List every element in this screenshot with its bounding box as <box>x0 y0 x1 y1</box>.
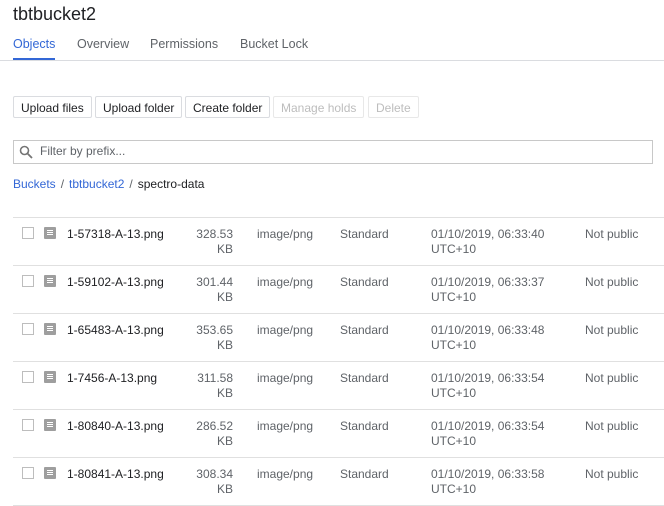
breadcrumb-separator: / <box>129 177 133 191</box>
file-size: 328.53 KB <box>173 227 233 257</box>
timezone: UTC+10 <box>431 338 477 352</box>
last-modified: 01/10/2019, 06:33:40 UTC+10 <box>431 227 544 257</box>
file-type: image/png <box>257 419 314 433</box>
table-row[interactable]: 1-80841-A-13.png 308.34 KB image/png Stan… <box>13 458 664 506</box>
breadcrumb-current: spectro-data <box>137 177 205 191</box>
public-access: Not public <box>585 227 639 241</box>
file-name-link[interactable]: 1-7456-A-13.png <box>67 371 157 386</box>
timezone: UTC+10 <box>431 434 477 448</box>
file-type: image/png <box>257 323 314 337</box>
tab-objects[interactable]: Objects <box>13 37 56 60</box>
file-icon <box>44 371 56 383</box>
table-row[interactable]: 1-65483-A-13.png 353.65 KB image/png Stan… <box>13 314 664 362</box>
size-unit: KB <box>216 386 233 400</box>
size-unit: KB <box>216 242 233 256</box>
last-modified: 01/10/2019, 06:33:54 UTC+10 <box>431 419 544 449</box>
storage-class: Standard <box>340 275 389 289</box>
file-size: 301.44 KB <box>173 275 233 305</box>
last-modified: 01/10/2019, 06:33:54 UTC+10 <box>431 371 544 401</box>
delete-button[interactable]: Delete <box>368 96 419 118</box>
storage-class: Standard <box>340 227 389 241</box>
last-modified: 01/10/2019, 06:33:48 UTC+10 <box>431 323 544 353</box>
file-type: image/png <box>257 227 314 241</box>
timezone: UTC+10 <box>431 482 477 496</box>
file-name-link[interactable]: 1-80840-A-13.png <box>67 419 164 434</box>
tab-permissions[interactable]: Permissions <box>150 37 218 51</box>
date-value: 01/10/2019, 06:33:48 <box>431 323 545 337</box>
table-row[interactable]: 1-59102-A-13.png 301.44 KB image/png Stan… <box>13 266 664 314</box>
breadcrumb: Buckets / tbtbucket2 / spectro-data <box>13 177 204 191</box>
file-size: 311.58 KB <box>173 371 233 401</box>
row-checkbox[interactable] <box>22 419 34 431</box>
date-value: 01/10/2019, 06:33:37 <box>431 275 545 289</box>
size-unit: KB <box>216 434 233 448</box>
create-folder-button[interactable]: Create folder <box>185 96 271 118</box>
file-size: 308.34 KB <box>173 467 233 497</box>
row-checkbox[interactable] <box>22 467 34 479</box>
row-checkbox[interactable] <box>22 275 34 287</box>
table-row[interactable]: 1-80840-A-13.png 286.52 KB image/png Stan… <box>13 410 664 458</box>
file-type: image/png <box>257 467 314 481</box>
table-row[interactable]: 1-57318-A-13.png 328.53 KB image/png Stan… <box>13 218 664 266</box>
public-access: Not public <box>585 275 639 289</box>
date-value: 01/10/2019, 06:33:40 <box>431 227 545 241</box>
timezone: UTC+10 <box>431 290 477 304</box>
row-checkbox[interactable] <box>22 371 34 383</box>
date-value: 01/10/2019, 06:33:54 <box>431 419 545 433</box>
size-value: 286.52 <box>196 419 233 433</box>
filter-box <box>13 140 653 164</box>
public-access: Not public <box>585 371 639 385</box>
file-name-link[interactable]: 1-80841-A-13.png <box>67 467 164 482</box>
last-modified: 01/10/2019, 06:33:58 UTC+10 <box>431 467 544 497</box>
file-name-link[interactable]: 1-65483-A-13.png <box>67 323 164 338</box>
file-icon <box>44 323 56 335</box>
file-icon <box>44 467 56 479</box>
search-icon <box>19 145 33 159</box>
storage-class: Standard <box>340 419 389 433</box>
tab-bar: Objects Overview Permissions Bucket Lock <box>0 36 664 61</box>
upload-files-button[interactable]: Upload files <box>13 96 92 118</box>
row-checkbox[interactable] <box>22 227 34 239</box>
file-icon <box>44 227 56 239</box>
public-access: Not public <box>585 467 639 481</box>
objects-table: 1-57318-A-13.png 328.53 KB image/png Stan… <box>13 217 664 506</box>
size-unit: KB <box>216 290 233 304</box>
tab-overview[interactable]: Overview <box>77 37 129 51</box>
tab-bucket-lock[interactable]: Bucket Lock <box>240 37 308 51</box>
file-icon <box>44 419 56 431</box>
date-value: 01/10/2019, 06:33:54 <box>431 371 545 385</box>
timezone: UTC+10 <box>431 242 477 256</box>
filter-input[interactable] <box>38 143 642 159</box>
size-value: 353.65 <box>196 323 233 337</box>
storage-class: Standard <box>340 323 389 337</box>
size-value: 328.53 <box>196 227 233 241</box>
file-size: 353.65 KB <box>173 323 233 353</box>
row-checkbox[interactable] <box>22 323 34 335</box>
last-modified: 01/10/2019, 06:33:37 UTC+10 <box>431 275 544 305</box>
breadcrumb-bucket-link[interactable]: tbtbucket2 <box>69 177 124 191</box>
bucket-title: tbtbucket2 <box>13 4 97 24</box>
upload-folder-button[interactable]: Upload folder <box>95 96 183 118</box>
size-unit: KB <box>216 482 233 496</box>
breadcrumb-buckets-link[interactable]: Buckets <box>13 177 56 191</box>
file-icon <box>44 275 56 287</box>
file-size: 286.52 KB <box>173 419 233 449</box>
public-access: Not public <box>585 323 639 337</box>
file-type: image/png <box>257 371 314 385</box>
breadcrumb-separator: / <box>60 177 65 191</box>
storage-class: Standard <box>340 371 389 385</box>
size-value: 308.34 <box>196 467 233 481</box>
table-row[interactable]: 1-7456-A-13.png 311.58 KB image/png Stand… <box>13 362 664 410</box>
file-name-link[interactable]: 1-59102-A-13.png <box>67 275 164 290</box>
file-type: image/png <box>257 275 314 289</box>
public-access: Not public <box>585 419 639 433</box>
storage-class: Standard <box>340 467 389 481</box>
size-value: 311.58 <box>197 371 233 385</box>
date-value: 01/10/2019, 06:33:58 <box>431 467 545 481</box>
manage-holds-button[interactable]: Manage holds <box>273 96 365 118</box>
size-value: 301.44 <box>196 275 233 289</box>
timezone: UTC+10 <box>431 386 477 400</box>
size-unit: KB <box>216 338 233 352</box>
file-name-link[interactable]: 1-57318-A-13.png <box>67 227 164 242</box>
